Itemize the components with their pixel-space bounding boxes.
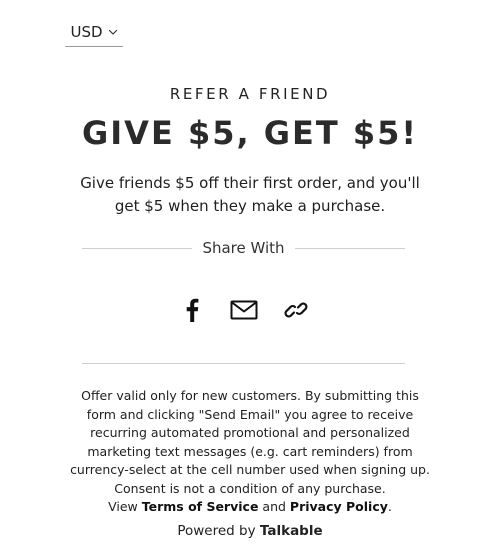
section-divider: [82, 363, 405, 364]
disclaimer-line-3: recurring automated promotional and pers…: [90, 425, 410, 440]
disclaimer-line-2: form and clicking "Send Email" you agree…: [86, 406, 414, 422]
facebook-icon[interactable]: [178, 296, 206, 324]
description-line-2: get $5 when they make a purchase.: [114, 197, 386, 215]
end-period: .: [387, 499, 392, 514]
share-icons: [176, 296, 316, 324]
currency-select[interactable]: USD: [65, 22, 123, 47]
disclaimer-line-4: marketing text messages (e.g. cart remin…: [87, 443, 413, 459]
disclaimer-line-6: Consent is not a condition of any purcha…: [114, 480, 386, 496]
link-icon[interactable]: [282, 296, 310, 324]
share-with-row: Share With: [82, 237, 405, 259]
share-with-label: Share With: [202, 239, 285, 257]
currency-label: USD: [70, 23, 103, 41]
disclaimer-legal-links: View Terms of Service and Privacy Policy…: [55, 498, 445, 517]
offer-disclaimer: Offer valid only for new customers. By s…: [55, 387, 445, 517]
privacy-policy-link[interactable]: Privacy Policy: [290, 499, 388, 514]
terms-of-service-link[interactable]: Terms of Service: [142, 499, 259, 514]
talkable-brand-link[interactable]: Talkable: [260, 523, 323, 539]
powered-by: Powered by Talkable: [0, 523, 500, 539]
offer-description: Give friends $5 off their first order, a…: [60, 172, 440, 218]
share-divider-left: [82, 247, 193, 249]
share-divider-right: [294, 247, 405, 249]
description-line-1: Give friends $5 off their first order, a…: [80, 174, 420, 192]
page-title: GIVE $5, GET $5!: [82, 114, 418, 152]
disclaimer-line-1: Offer valid only for new customers. By s…: [81, 388, 419, 403]
view-prefix: View: [108, 499, 138, 514]
chevron-down-icon: [108, 22, 118, 42]
and-text: and: [262, 499, 286, 514]
email-icon[interactable]: [230, 296, 258, 324]
refer-kicker: REFER A FRIEND: [169, 85, 331, 103]
powered-by-prefix: Powered by: [177, 523, 256, 539]
disclaimer-line-5: currency-select at the cell number used …: [70, 462, 430, 477]
